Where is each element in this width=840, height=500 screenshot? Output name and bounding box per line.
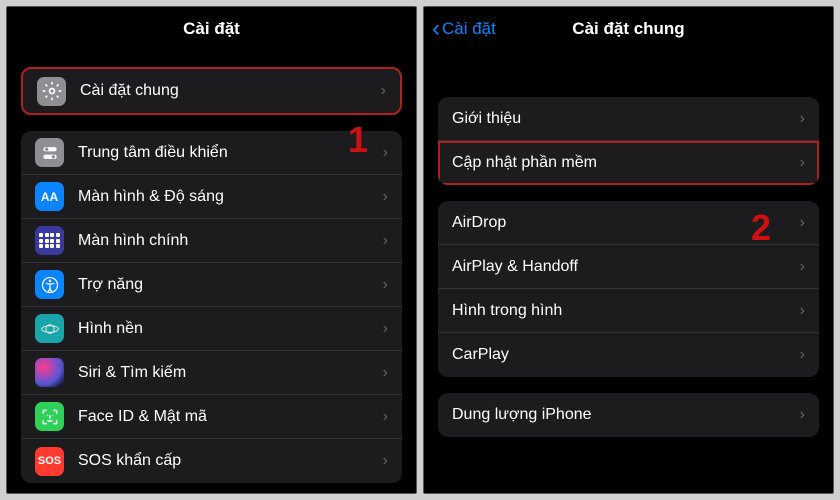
chevron-right-icon: › <box>800 346 805 364</box>
annotation-step-1: 1 <box>348 119 368 161</box>
row-label: Màn hình & Độ sáng <box>78 188 383 206</box>
settings-row-software-update[interactable]: Cập nhật phần mềm › <box>438 141 819 185</box>
back-label: Cài đặt <box>442 19 496 39</box>
settings-group: Dung lượng iPhone › <box>438 393 819 437</box>
back-button[interactable]: ‹ Cài đặt <box>432 17 496 41</box>
chevron-right-icon: › <box>383 452 388 470</box>
row-label: Màn hình chính <box>78 232 383 250</box>
general-list: Giới thiệu › Cập nhật phần mềm › AirDrop… <box>424 51 833 437</box>
row-label: Giới thiệu <box>452 110 800 128</box>
settings-row-siri[interactable]: Siri & Tìm kiếm › <box>21 351 402 395</box>
settings-group: Giới thiệu › Cập nhật phần mềm › <box>438 97 819 185</box>
chevron-right-icon: › <box>800 110 805 128</box>
settings-row-iphone-storage[interactable]: Dung lượng iPhone › <box>438 393 819 437</box>
chevron-right-icon: › <box>383 232 388 250</box>
row-label: SOS khẩn cấp <box>78 452 383 470</box>
settings-group: Trung tâm điều khiển › AA Màn hình & Độ … <box>21 131 402 483</box>
gear-icon <box>37 77 66 106</box>
settings-row-wallpaper[interactable]: Hình nền › <box>21 307 402 351</box>
settings-row-sos[interactable]: SOS SOS khẩn cấp › <box>21 439 402 483</box>
chevron-left-icon: ‹ <box>432 17 440 41</box>
phone-general-screen: ‹ Cài đặt Cài đặt chung Giới thiệu › Cập… <box>423 6 834 494</box>
settings-row-carplay[interactable]: CarPlay › <box>438 333 819 377</box>
settings-row-display[interactable]: AA Màn hình & Độ sáng › <box>21 175 402 219</box>
settings-row-airplay[interactable]: AirPlay & Handoff › <box>438 245 819 289</box>
row-label: Hình nền <box>78 320 383 338</box>
settings-row-control-center[interactable]: Trung tâm điều khiển › <box>21 131 402 175</box>
nav-header: Cài đặt <box>7 7 416 51</box>
chevron-right-icon: › <box>383 408 388 426</box>
sos-icon: SOS <box>35 447 64 476</box>
chevron-right-icon: › <box>383 276 388 294</box>
chevron-right-icon: › <box>800 214 805 232</box>
chevron-right-icon: › <box>383 144 388 162</box>
chevron-right-icon: › <box>800 258 805 276</box>
accessibility-icon <box>35 270 64 299</box>
settings-row-general[interactable]: Cài đặt chung › <box>23 69 400 113</box>
row-label: AirDrop <box>452 214 800 232</box>
settings-row-home-screen[interactable]: Màn hình chính › <box>21 219 402 263</box>
settings-row-pip[interactable]: Hình trong hình › <box>438 289 819 333</box>
display-icon: AA <box>35 182 64 211</box>
row-label: CarPlay <box>452 346 800 364</box>
row-label: Cài đặt chung <box>80 82 381 100</box>
annotation-step-2: 2 <box>751 207 771 249</box>
chevron-right-icon: › <box>383 364 388 382</box>
settings-row-faceid[interactable]: Face ID & Mật mã › <box>21 395 402 439</box>
row-label: Face ID & Mật mã <box>78 408 383 426</box>
settings-row-accessibility[interactable]: Trợ năng › <box>21 263 402 307</box>
chevron-right-icon: › <box>800 154 805 172</box>
row-label: Cập nhật phần mềm <box>452 154 800 172</box>
tutorial-screenshot: Cài đặt Cài đặt chung › Trung tâm điều k… <box>0 0 840 500</box>
row-label: Hình trong hình <box>452 302 800 320</box>
row-label: Dung lượng iPhone <box>452 406 800 424</box>
nav-header: ‹ Cài đặt Cài đặt chung <box>424 7 833 51</box>
row-label: AirPlay & Handoff <box>452 258 800 276</box>
chevron-right-icon: › <box>383 188 388 206</box>
home-icon <box>35 226 64 255</box>
chevron-right-icon: › <box>381 82 386 100</box>
page-title: Cài đặt chung <box>572 19 684 39</box>
settings-row-about[interactable]: Giới thiệu › <box>438 97 819 141</box>
row-label: Siri & Tìm kiếm <box>78 364 383 382</box>
phone-settings-screen: Cài đặt Cài đặt chung › Trung tâm điều k… <box>6 6 417 494</box>
row-label: Trợ năng <box>78 276 383 294</box>
row-label: Trung tâm điều khiển <box>78 144 383 162</box>
faceid-icon <box>35 402 64 431</box>
chevron-right-icon: › <box>383 320 388 338</box>
settings-group: Cài đặt chung › <box>21 67 402 115</box>
switches-icon <box>35 138 64 167</box>
page-title: Cài đặt <box>183 19 240 39</box>
chevron-right-icon: › <box>800 302 805 320</box>
siri-icon <box>35 358 64 387</box>
chevron-right-icon: › <box>800 406 805 424</box>
wallpaper-icon <box>35 314 64 343</box>
